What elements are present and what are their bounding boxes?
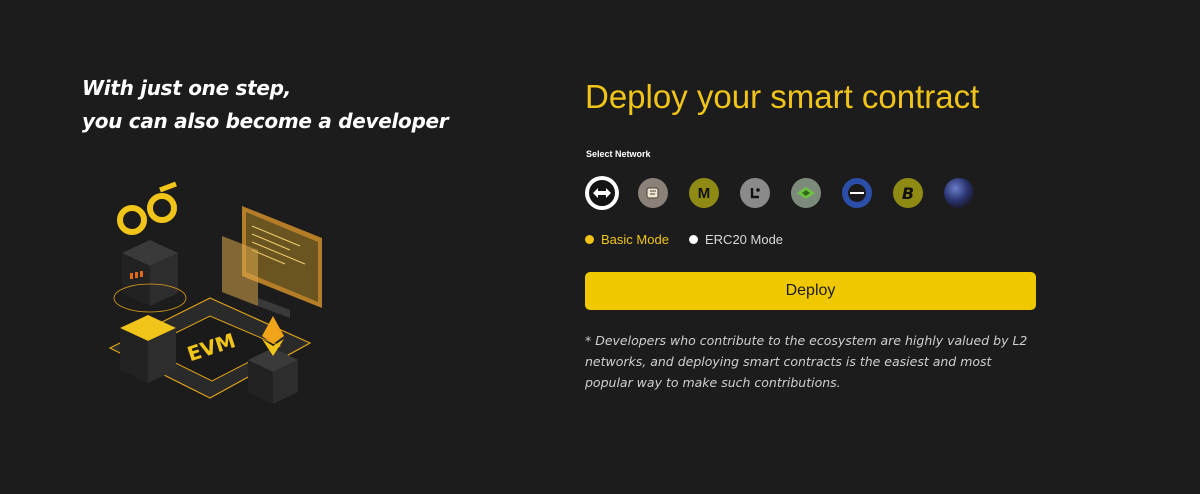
network-option-5[interactable] — [789, 176, 823, 210]
b-glyph: B — [901, 183, 915, 203]
network-option-6[interactable] — [840, 176, 874, 210]
network-selector: M B — [585, 176, 985, 210]
radio-dot-selected — [585, 235, 594, 244]
mode-erc20[interactable]: ERC20 Mode — [689, 232, 783, 247]
blue-sphere-icon — [944, 178, 974, 208]
network-option-8[interactable] — [942, 176, 976, 210]
hero-headline: With just one step, you can also become … — [82, 72, 449, 138]
network-option-2[interactable] — [636, 176, 670, 210]
mode-basic-label: Basic Mode — [601, 232, 669, 247]
deploy-panel: Deploy your smart contract Select Networ… — [585, 0, 1045, 494]
network-option-4[interactable] — [738, 176, 772, 210]
hero-line-2: you can also become a developer — [82, 109, 449, 133]
network-option-3[interactable]: M — [687, 176, 721, 210]
hero-section: With just one step, you can also become … — [0, 0, 560, 494]
deploy-button[interactable]: Deploy — [585, 272, 1036, 310]
developer-note: * Developers who contribute to the ecosy… — [585, 333, 1028, 390]
evm-illustration: EVM — [108, 181, 322, 404]
double-arrow-icon — [589, 180, 615, 206]
mode-basic[interactable]: Basic Mode — [585, 232, 669, 247]
m-letter-icon: M — [689, 178, 719, 208]
mode-erc20-label: ERC20 Mode — [705, 232, 784, 247]
m-glyph: M — [697, 184, 711, 202]
network-option-1[interactable] — [585, 176, 619, 210]
blue-ring-icon — [842, 178, 872, 208]
page-title: Deploy your smart contract — [585, 78, 980, 115]
green-diamond-icon — [791, 178, 821, 208]
network-option-7[interactable]: B — [891, 176, 925, 210]
scroll-icon — [638, 178, 668, 208]
b-letter-icon: B — [893, 178, 923, 208]
hero-line-1: With just one step, — [82, 76, 291, 100]
l-letter-icon — [740, 178, 770, 208]
network-label: Select Network — [586, 149, 651, 159]
radio-dot — [689, 235, 698, 244]
